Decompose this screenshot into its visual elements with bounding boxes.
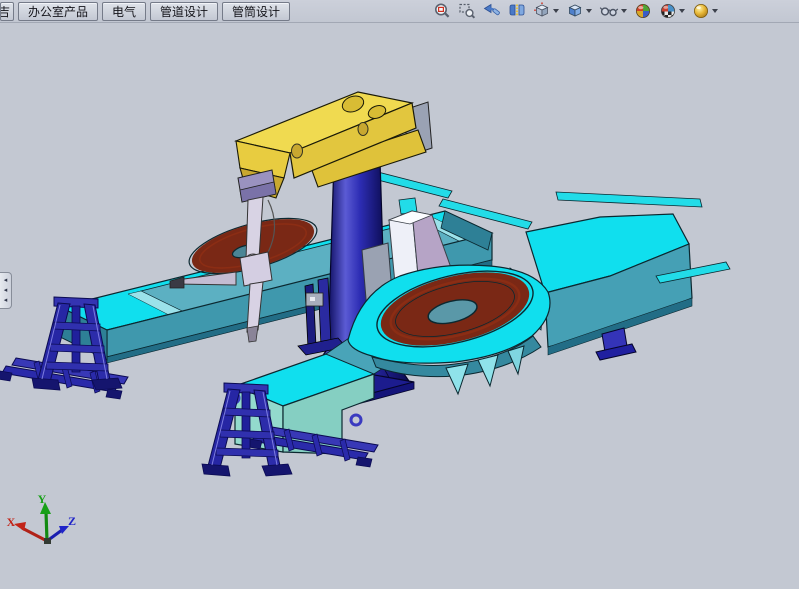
hide-show-items-icon[interactable] bbox=[598, 0, 628, 22]
view-orientation-icon[interactable] bbox=[532, 0, 560, 22]
apply-scene-dropdown[interactable] bbox=[679, 9, 685, 13]
tab-piping-design[interactable]: 管道设计 bbox=[150, 2, 218, 21]
axis-y-label: Y bbox=[38, 492, 47, 506]
graphics-viewport[interactable]: X Y Z bbox=[0, 0, 799, 589]
collapse-arrow-icon: ◂ bbox=[4, 286, 8, 295]
tab-electrical[interactable]: 电气 bbox=[102, 2, 146, 21]
command-manager-bar: 吉 办公室产品 电气 管道设计 管筒设计 bbox=[0, 0, 799, 23]
hide-show-items-dropdown[interactable] bbox=[621, 9, 627, 13]
view-settings-dropdown[interactable] bbox=[712, 9, 718, 13]
axis-x-label: X bbox=[7, 515, 16, 529]
tab-office-products[interactable]: 办公室产品 bbox=[18, 2, 98, 21]
collapse-arrow-icon: ◂ bbox=[4, 276, 8, 285]
command-manager-tabs: 吉 办公室产品 电气 管道设计 管筒设计 bbox=[0, 0, 290, 23]
view-settings-icon[interactable] bbox=[691, 0, 719, 22]
zoom-to-area-icon[interactable] bbox=[457, 0, 477, 22]
apply-scene-icon[interactable] bbox=[658, 0, 686, 22]
axis-z-label: Z bbox=[68, 514, 76, 528]
tab-tubing-design[interactable]: 管筒设计 bbox=[222, 2, 290, 21]
section-view-icon[interactable] bbox=[507, 0, 527, 22]
tab-partial[interactable]: 吉 bbox=[0, 2, 14, 21]
display-style-dropdown[interactable] bbox=[586, 9, 592, 13]
collapse-arrow-icon: ◂ bbox=[4, 296, 8, 305]
heads-up-view-toolbar bbox=[432, 0, 719, 22]
previous-view-icon[interactable] bbox=[482, 0, 502, 22]
feature-panel-collapse-handle[interactable]: ◂ ◂ ◂ bbox=[0, 272, 12, 309]
display-style-icon[interactable] bbox=[565, 0, 593, 22]
cad-application-window: { "tab_bar": { "partial_tab_label": "吉",… bbox=[0, 0, 799, 589]
view-orientation-dropdown[interactable] bbox=[553, 9, 559, 13]
zoom-to-fit-icon[interactable] bbox=[432, 0, 452, 22]
edit-appearance-icon[interactable] bbox=[633, 0, 653, 22]
